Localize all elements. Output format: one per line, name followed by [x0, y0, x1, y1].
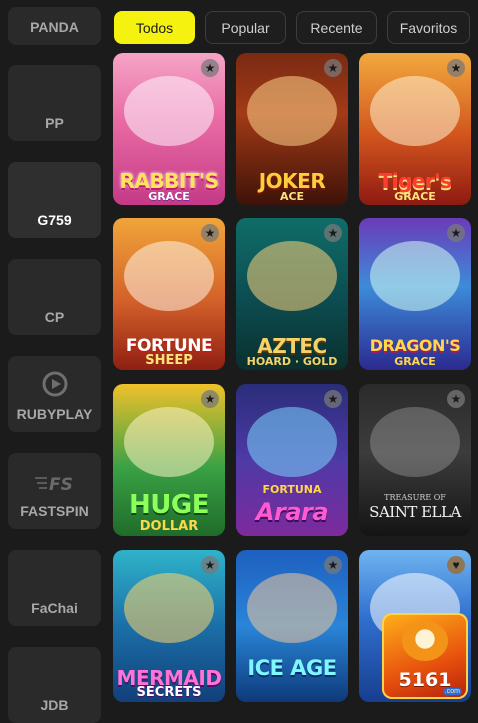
- game-card-huge-dollar[interactable]: HUGE DOLLAR ★: [113, 384, 225, 536]
- play-icon: [42, 371, 68, 400]
- game-title: AZTEC: [257, 334, 327, 358]
- game-title: JOKER: [258, 169, 326, 193]
- provider-label: JDB: [40, 697, 69, 713]
- game-card-joker-ace[interactable]: JOKER ACE ★: [236, 53, 348, 205]
- favorite-star-icon[interactable]: ★: [324, 59, 342, 77]
- game-card-fortune-sheep[interactable]: FORTUNE SHEEP ★: [113, 218, 225, 370]
- provider-g759[interactable]: G759: [8, 162, 101, 238]
- provider-label: FaChai: [31, 600, 78, 616]
- favorite-star-icon[interactable]: ★: [324, 390, 342, 408]
- provider-cp[interactable]: CP: [8, 259, 101, 335]
- favorite-star-icon[interactable]: ★: [324, 224, 342, 242]
- tab-popular[interactable]: Popular: [205, 11, 286, 44]
- game-title: HUGE: [129, 490, 209, 520]
- tab-favoritos[interactable]: Favoritos: [387, 11, 470, 44]
- game-title: SAINT ELLA: [369, 503, 461, 521]
- favorite-star-icon[interactable]: ★: [201, 556, 219, 574]
- provider-panda[interactable]: PANDA: [8, 7, 101, 45]
- favorite-heart-icon[interactable]: ♥: [447, 556, 465, 574]
- game-subtitle: HOARD · GOLD: [246, 355, 338, 368]
- game-card-rabbits-grace[interactable]: RABBIT'S GRACE ★: [113, 53, 225, 205]
- game-subtitle: GRACE: [148, 190, 190, 203]
- site-logo-5161[interactable]: 5161 .com: [382, 613, 468, 699]
- game-title: Tiger's: [378, 169, 452, 193]
- favorite-star-icon[interactable]: ★: [201, 224, 219, 242]
- game-subtitle: GRACE: [394, 190, 436, 203]
- provider-label: CP: [44, 309, 65, 325]
- favorite-star-icon[interactable]: ★: [447, 224, 465, 242]
- provider-sidebar: PANDA PP G759 CP RUBYPLAY FS FASTSPIN Fa…: [0, 0, 108, 723]
- provider-rubyplay[interactable]: RUBYPLAY: [8, 356, 101, 432]
- game-subtitle: DOLLAR: [139, 519, 199, 534]
- favorite-star-icon[interactable]: ★: [447, 59, 465, 77]
- game-card-hoard-aztec-gold[interactable]: AZTEC HOARD · GOLD ★: [236, 218, 348, 370]
- favorite-star-icon[interactable]: ★: [324, 556, 342, 574]
- game-subtitle: FORTUNA: [262, 483, 322, 496]
- favorite-star-icon[interactable]: ★: [201, 390, 219, 408]
- provider-fachai[interactable]: FaChai: [8, 550, 101, 626]
- site-logo-suffix: .com: [442, 688, 462, 695]
- favorite-star-icon[interactable]: ★: [447, 390, 465, 408]
- game-title: Arara: [255, 498, 329, 526]
- favorite-star-icon[interactable]: ★: [201, 59, 219, 77]
- provider-label: FASTSPIN: [20, 503, 89, 519]
- provider-pp[interactable]: PP: [8, 65, 101, 141]
- tab-todos[interactable]: Todos: [114, 11, 195, 44]
- svg-text:FS: FS: [49, 475, 73, 494]
- game-card-ice-age[interactable]: ICE AGE ★: [236, 550, 348, 702]
- game-title: ICE AGE: [247, 656, 337, 680]
- game-subtitle: SHEEP: [145, 353, 193, 368]
- game-subtitle: ACE: [279, 190, 305, 203]
- provider-label: PP: [45, 115, 64, 131]
- provider-fastspin[interactable]: FS FASTSPIN: [8, 453, 101, 529]
- tab-recente[interactable]: Recente: [296, 11, 377, 44]
- game-subtitle: SECRETS: [136, 685, 202, 700]
- provider-jdb[interactable]: JDB: [8, 647, 101, 723]
- provider-label: G759: [37, 212, 72, 228]
- game-card-tigers-grace[interactable]: Tiger's GRACE ★: [359, 53, 471, 205]
- game-card-fortuna-arara[interactable]: Arara FORTUNA ★: [236, 384, 348, 536]
- tiger-mascot-icon: [402, 621, 448, 661]
- game-subtitle: GRACE: [394, 355, 436, 368]
- provider-label: RUBYPLAY: [16, 406, 93, 422]
- game-title: RABBIT'S: [119, 169, 219, 193]
- game-card-dragons-grace[interactable]: DRAGON'S GRACE ★: [359, 218, 471, 370]
- game-title: DRAGON'S: [369, 336, 461, 355]
- game-card-mermaid-secrets[interactable]: MERMAID SECRETS ★: [113, 550, 225, 702]
- game-card-saint-ella[interactable]: SAINT ELLA TREASURE OF ★: [359, 384, 471, 536]
- provider-label: PANDA: [30, 19, 79, 35]
- game-subtitle: TREASURE OF: [384, 493, 446, 502]
- fastspin-logo-icon: FS: [33, 472, 77, 497]
